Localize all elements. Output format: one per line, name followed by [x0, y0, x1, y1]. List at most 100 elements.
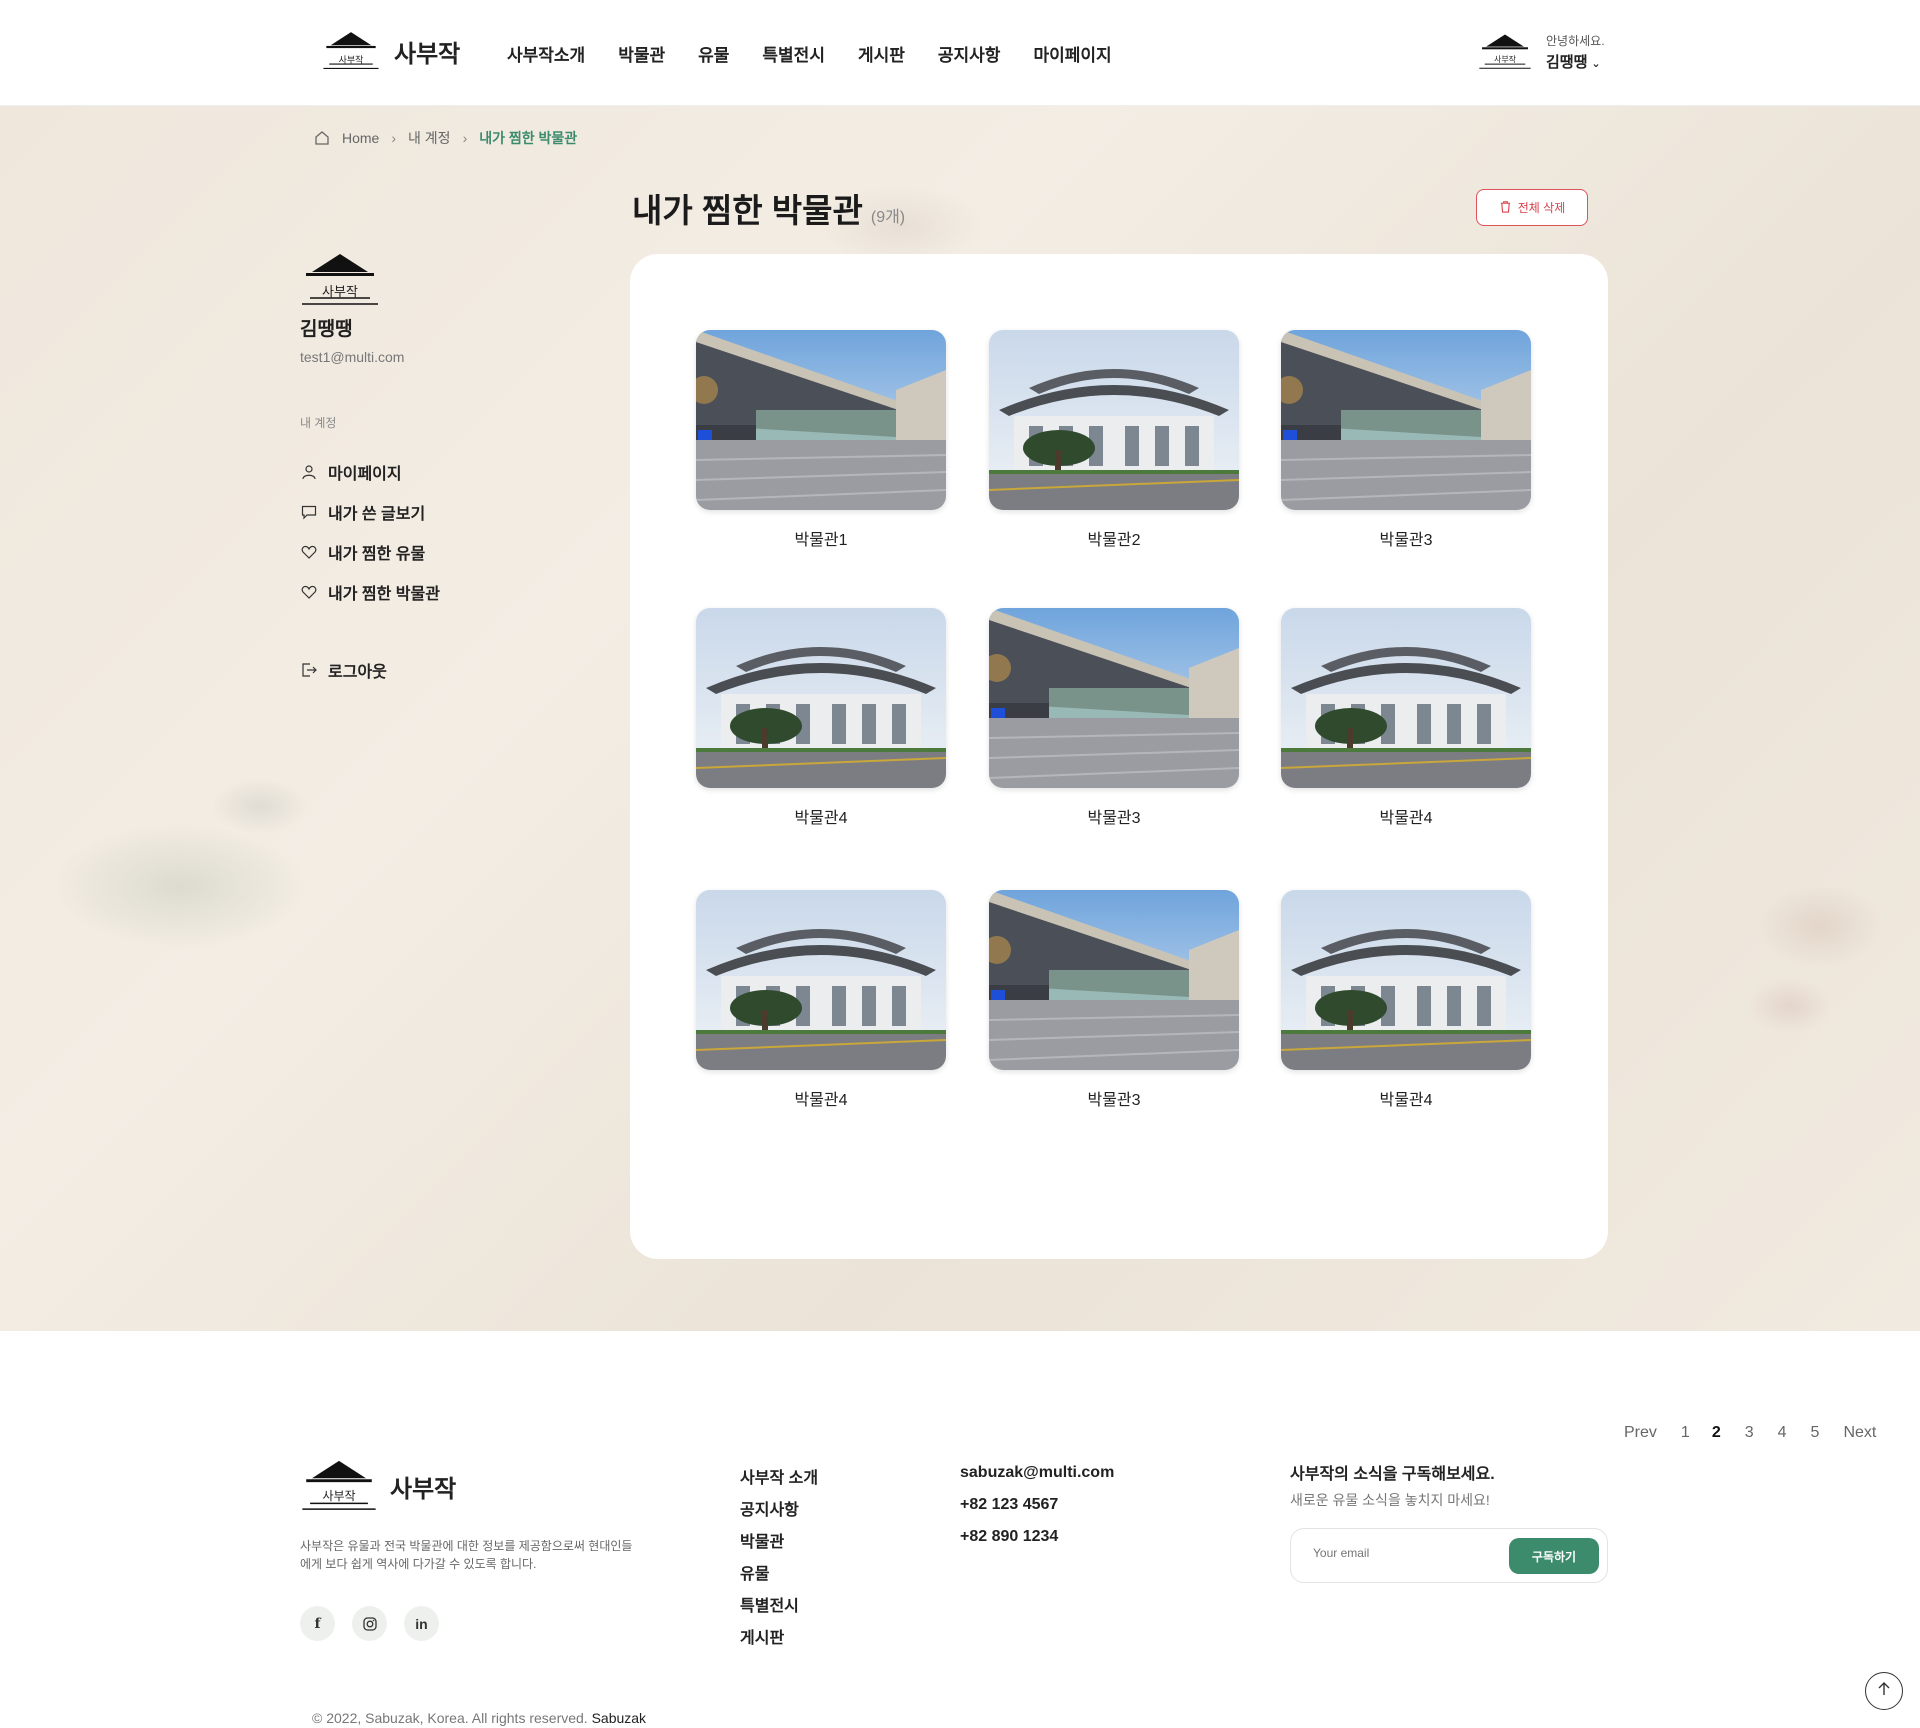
museum-name[interactable]: 박물관3 [1281, 526, 1531, 550]
sidebar-item-label: 마이페이지 [328, 466, 402, 483]
museum-thumbnail[interactable] [989, 330, 1239, 510]
museum-name[interactable]: 박물관3 [989, 1086, 1239, 1110]
footer-brand-name: 사부작 [390, 1475, 457, 1503]
museum-thumbnail[interactable] [1281, 330, 1531, 510]
museum-card[interactable]: 박물관2 [989, 330, 1239, 550]
sidebar-item-liked-relics[interactable]: 내가 찜한 유물 [300, 532, 440, 572]
sidebar-item-label: 내가 쓴 글보기 [328, 506, 426, 523]
instagram-icon[interactable] [352, 1606, 387, 1641]
email-field[interactable] [1313, 1546, 1493, 1560]
museum-thumbnail[interactable] [1281, 890, 1531, 1070]
footer-link-exhibitions[interactable]: 특별전시 [740, 1592, 818, 1624]
pagination-page[interactable]: 4 [1778, 1424, 1787, 1442]
pagination: Prev 1 2 3 4 5 Next [1624, 1424, 1876, 1442]
pagination-page[interactable]: 1 [1681, 1424, 1690, 1442]
modern-museum-image [989, 890, 1239, 1070]
footer-link-relics[interactable]: 유물 [740, 1560, 818, 1592]
museum-thumbnail[interactable] [696, 330, 946, 510]
footer-logo[interactable]: 사부작 사부작 [300, 1459, 456, 1513]
nav-item-exhibitions[interactable]: 특별전시 [762, 41, 825, 66]
museum-card[interactable]: 박물관4 [696, 608, 946, 828]
subscribe-form: 구독하기 [1290, 1528, 1608, 1583]
subscribe-title: 사부작의 소식을 구독해보세요. [1290, 1466, 1495, 1483]
facebook-icon[interactable]: f [300, 1606, 335, 1641]
copyright-brand-link[interactable]: Sabuzak [592, 1710, 646, 1726]
museum-name[interactable]: 박물관4 [1281, 804, 1531, 828]
sidebar-menu: 마이페이지 내가 쓴 글보기 내가 찜한 유물 내가 찜한 박물관 [300, 452, 440, 612]
footer-link-notices[interactable]: 공지사항 [740, 1496, 818, 1528]
museum-card[interactable]: 박물관4 [1281, 890, 1531, 1110]
linkedin-icon[interactable]: in [404, 1606, 439, 1641]
breadcrumb-home[interactable]: Home [342, 130, 379, 146]
nav-item-mypage[interactable]: 마이페이지 [1033, 41, 1111, 66]
traditional-museum-image [989, 330, 1239, 510]
museum-name[interactable]: 박물관3 [989, 804, 1239, 828]
sidebar-item-liked-museums[interactable]: 내가 찜한 박물관 [300, 572, 440, 612]
contact-email[interactable]: sabuzak@multi.com [960, 1464, 1114, 1496]
sidebar-item-my-posts[interactable]: 내가 쓴 글보기 [300, 492, 440, 532]
home-icon[interactable] [314, 130, 330, 146]
avatar-text: 사부작 [1493, 55, 1517, 64]
museum-thumbnail[interactable] [989, 890, 1239, 1070]
museum-card[interactable]: 박물관4 [1281, 608, 1531, 828]
delete-all-button[interactable]: 전체 삭제 [1476, 189, 1588, 226]
social-links: f in [300, 1606, 439, 1641]
museum-thumbnail[interactable] [696, 890, 946, 1070]
footer-link-museums[interactable]: 박물관 [740, 1528, 818, 1560]
pagination-page[interactable]: 5 [1811, 1424, 1820, 1442]
arrow-up-icon [1877, 1681, 1891, 1702]
site-header: 사부작 사부작 사부작소개 박물관 유물 특별전시 게시판 공지사항 마이페이지… [0, 0, 1920, 106]
profile-avatar-text: 사부작 [322, 285, 358, 300]
pagination-next[interactable]: Next [1843, 1424, 1876, 1442]
museum-name[interactable]: 박물관2 [989, 526, 1239, 550]
item-count: (9개) [870, 209, 906, 226]
museum-card[interactable]: 박물관3 [989, 608, 1239, 828]
subscribe-subtitle: 새로운 유물 소식을 놓치지 마세요! [1290, 1492, 1490, 1508]
scroll-top-button[interactable] [1865, 1672, 1903, 1710]
header-username: 김땡땡 [1546, 54, 1588, 71]
nav-item-relics[interactable]: 유물 [698, 41, 729, 66]
museum-name[interactable]: 박물관4 [696, 804, 946, 828]
museum-card[interactable]: 박물관1 [696, 330, 946, 550]
footer-link-about[interactable]: 사부작 소개 [740, 1464, 818, 1496]
modern-museum-image [1281, 330, 1531, 510]
nav-item-notices[interactable]: 공지사항 [938, 41, 1001, 66]
museum-card[interactable]: 박물관4 [696, 890, 946, 1110]
footer-link-board[interactable]: 게시판 [740, 1624, 818, 1656]
breadcrumb-account[interactable]: 내 계정 [408, 128, 451, 148]
footer-menu: 사부작 소개 공지사항 박물관 유물 특별전시 게시판 [740, 1464, 818, 1656]
logout-button[interactable]: 로그아웃 [300, 650, 387, 690]
contact-phone: +82 890 1234 [960, 1528, 1059, 1545]
museum-name[interactable]: 박물관4 [1281, 1086, 1531, 1110]
subscribe-button[interactable]: 구독하기 [1509, 1538, 1599, 1574]
museum-card-panel: 박물관1 박물관2 박물관3 박물관4 박물관3 박물관4 박물관4 박물관3 … [630, 254, 1876, 1441]
museum-card[interactable]: 박물관3 [1281, 330, 1531, 550]
profile-name: 김땡땡 [300, 319, 353, 340]
museum-thumbnail[interactable] [696, 608, 946, 788]
footer-logo-mark: 사부작 [300, 1459, 378, 1513]
footer-description: 사부작은 유물과 전국 박물관에 대한 정보를 제공함으로써 현대인들에게 보다… [300, 1539, 633, 1571]
sidebar-item-mypage[interactable]: 마이페이지 [300, 452, 440, 492]
chevron-right-icon: › [462, 130, 468, 146]
nav-item-museums[interactable]: 박물관 [618, 41, 665, 66]
nav-item-about[interactable]: 사부작소개 [507, 41, 585, 66]
chevron-down-icon[interactable]: ⌄ [1591, 57, 1600, 70]
brand-name: 사부작 [394, 40, 461, 68]
museum-card[interactable]: 박물관3 [989, 890, 1239, 1110]
museum-name[interactable]: 박물관4 [696, 1086, 946, 1110]
sidebar-item-label: 내가 찜한 유물 [328, 546, 426, 563]
breadcrumb-current: 내가 찜한 박물관 [479, 130, 578, 146]
museum-name[interactable]: 박물관1 [696, 526, 946, 550]
delete-all-label: 전체 삭제 [1517, 201, 1566, 215]
trash-icon [1499, 200, 1512, 216]
nav-item-board[interactable]: 게시판 [858, 41, 905, 66]
museum-thumbnail[interactable] [1281, 608, 1531, 788]
user-icon [300, 463, 318, 481]
pagination-page[interactable]: 3 [1745, 1424, 1754, 1442]
header-logo[interactable]: 사부작 사부작 [322, 30, 460, 72]
pagination-page-active[interactable]: 2 [1712, 1424, 1721, 1442]
user-menu[interactable]: 사부작 안녕하세요. 김땡땡 ⌄ [1478, 32, 1605, 72]
avatar: 사부작 [1478, 32, 1532, 72]
museum-thumbnail[interactable] [989, 608, 1239, 788]
pagination-prev[interactable]: Prev [1624, 1424, 1657, 1442]
